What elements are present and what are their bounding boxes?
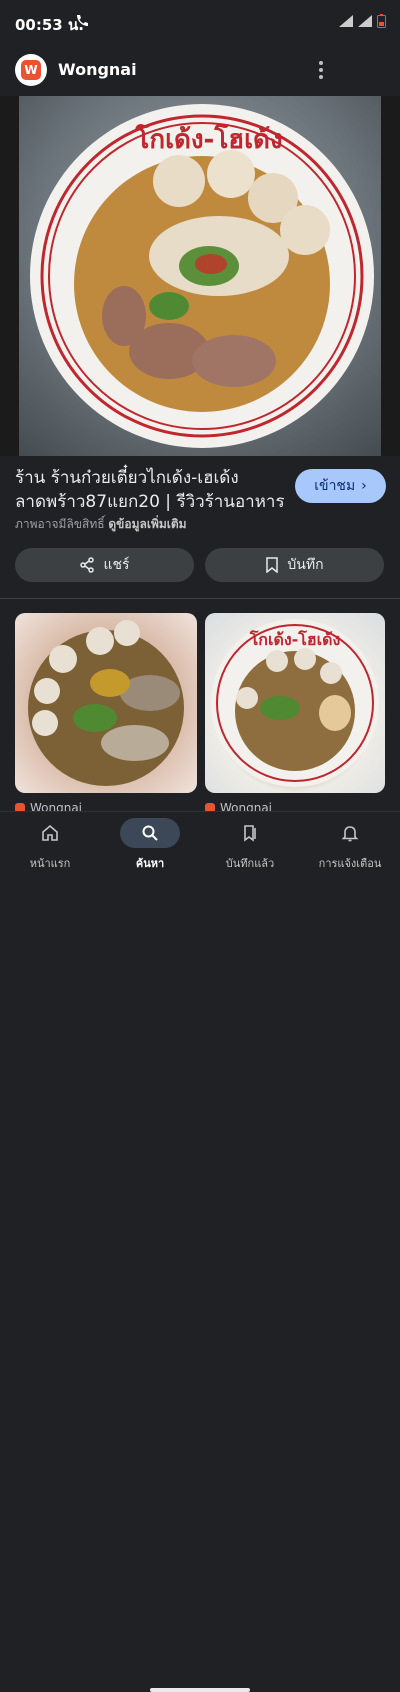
nav-notifications[interactable]: การแจ้งเตือน <box>300 818 400 878</box>
status-icons <box>339 14 386 28</box>
noodle-bowl-illustration: โกเด้ง-โฮเด้ง <box>30 104 374 448</box>
result-title[interactable]: ร้าน ร้านก๋วยเตี๋ยวไกเด้ง-เฮเด้ง ลาดพร้า… <box>15 466 285 514</box>
nav-label: หน้าแรก <box>29 857 71 870</box>
hero-side-left <box>0 96 19 456</box>
bottom-nav: หน้าแรก ค้นหา บันทึกแล้ว การแจ้งเตือน <box>0 812 400 1692</box>
signal-icon <box>358 15 372 27</box>
nav-label: ค้นหา <box>135 857 165 870</box>
signal-icon <box>339 15 353 27</box>
home-icon <box>42 824 58 841</box>
app-name[interactable]: Wongnai <box>58 60 137 79</box>
nav-home[interactable]: หน้าแรก <box>0 818 100 878</box>
related-image-2[interactable]: โกเด้ง-โฮเด้ง <box>205 613 385 793</box>
bell-icon <box>341 826 359 842</box>
hero-side-right <box>381 96 400 456</box>
wongnai-logo-icon: W <box>21 60 41 80</box>
status-bar: 00:53 น. <box>0 0 400 44</box>
saved-icon <box>244 825 256 842</box>
search-icon <box>142 825 158 841</box>
chevron-right-icon: › <box>361 478 367 494</box>
nav-saved[interactable]: บันทึกแล้ว <box>200 818 300 878</box>
more-info-link[interactable]: ดูข้อมูลเพิ่มเติม <box>108 517 186 531</box>
wifi-call-icon <box>77 15 88 26</box>
copyright-caption: ภาพอาจมีลิขสิทธิ์ ดูข้อมูลเพิ่มเติม <box>15 515 187 534</box>
related-image-1[interactable] <box>15 613 197 793</box>
save-button[interactable]: บันทึก <box>205 548 384 582</box>
result-header: W Wongnai <box>0 44 400 96</box>
divider <box>0 598 400 599</box>
share-label: แชร์ <box>103 557 130 573</box>
share-button[interactable]: แชร์ <box>15 548 194 582</box>
nav-label: การแจ้งเตือน <box>318 857 382 870</box>
nav-label: บันทึกแล้ว <box>225 857 275 870</box>
share-icon <box>80 557 95 573</box>
noodle-bowl-thumb <box>28 620 184 786</box>
bowl-rim-text: โกเด้ง-โฮเด้ง <box>134 123 282 155</box>
hero-image[interactable]: โกเด้ง-โฮเด้ง <box>0 96 400 456</box>
battery-icon <box>377 14 386 28</box>
bookmark-icon <box>266 557 279 573</box>
bowl-rim-text: โกเด้ง-โฮเด้ง <box>249 629 341 649</box>
visit-label: เข้าชม <box>314 478 356 494</box>
nav-search[interactable]: ค้นหา <box>100 818 200 878</box>
noodle-bowl-thumb: โกเด้ง-โฮเด้ง <box>211 619 379 787</box>
gesture-bar[interactable] <box>150 1688 250 1692</box>
more-options-icon[interactable] <box>312 58 330 82</box>
app-logo: W <box>15 54 47 86</box>
visit-button[interactable]: เข้าชม › <box>295 469 386 503</box>
save-label: บันทึก <box>287 557 324 573</box>
caption-text: ภาพอาจมีลิขสิทธิ์ <box>15 517 105 531</box>
hero-photo: โกเด้ง-โฮเด้ง <box>19 96 381 456</box>
